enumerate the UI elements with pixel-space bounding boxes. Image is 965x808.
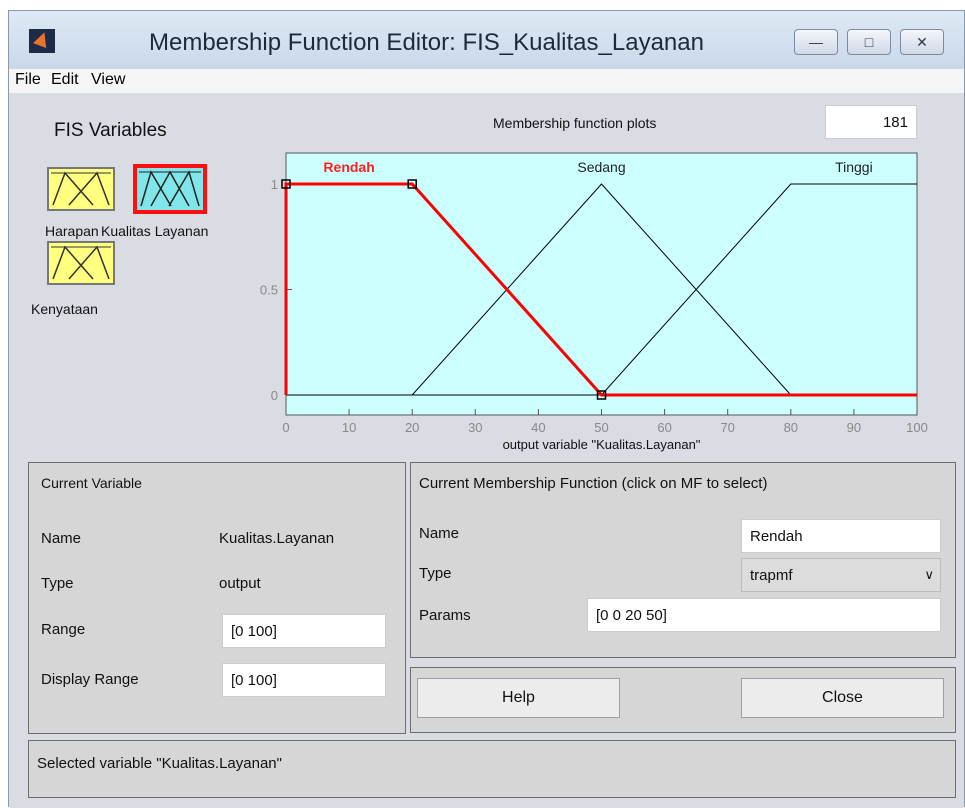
mf-name-label: Name [419,525,460,542]
x-tick-label: 30 [468,420,482,435]
status-bar: Selected variable "Kualitas.Layanan" [28,740,956,798]
x-tick-label: 40 [531,420,545,435]
range-input[interactable]: [0 100] [222,614,386,648]
mf-type-label: Type [419,565,452,582]
matlab-logo-icon [29,29,55,53]
chevron-down-icon[interactable]: ∨ [924,567,934,583]
help-button[interactable]: Help [417,678,620,718]
x-tick-label: 70 [720,420,734,435]
mf-name-input[interactable]: Rendah [741,519,941,553]
current-mf-panel: Current Membership Function (click on MF… [410,462,956,658]
maximize-button[interactable]: □ [847,29,891,55]
x-tick-label: 0 [282,420,289,435]
cv-range-label: Range [41,621,86,638]
window-title: Membership Function Editor: FIS_Kualitas… [149,29,704,56]
x-tick-label: 100 [906,420,928,435]
menu-file[interactable]: File [15,71,41,89]
buttons-panel: Help Close [410,667,956,733]
status-text: Selected variable "Kualitas.Layanan" [37,755,282,772]
current-mf-heading: Current Membership Function (click on MF… [419,475,768,492]
x-tick-label: 80 [784,420,798,435]
mf-params-label: Params [419,607,471,624]
close-button[interactable]: Close [741,678,944,718]
close-window-button[interactable]: ✕ [900,29,944,55]
y-tick-label: 0 [271,388,278,403]
cv-type-value: output [219,575,261,592]
x-tick-label: 60 [657,420,671,435]
cv-name-value: Kualitas.Layanan [219,530,335,547]
current-variable-panel: Current Variable Name Kualitas.Layanan T… [28,462,406,734]
mf-editor-window: Membership Function Editor: FIS_Kualitas… [8,10,965,808]
cv-name-label: Name [41,530,82,547]
cv-type-label: Type [41,575,74,592]
y-tick-label: 1 [271,177,278,192]
membership-function-plot[interactable]: 0 10 20 30 40 50 60 70 80 90 100 0 0.5 1 output variab… [9,93,965,473]
x-tick-label: 20 [405,420,419,435]
menu-view[interactable]: View [91,71,125,89]
current-variable-heading: Current Variable [41,475,142,491]
mf-label-rendah: Rendah [323,159,374,175]
minimize-button[interactable]: — [794,29,838,55]
x-tick-label: 90 [847,420,861,435]
plot-area-background [285,152,918,416]
x-tick-label: 50 [594,420,608,435]
mf-label-sedang: Sedang [577,159,625,175]
mf-label-tinggi: Tinggi [835,159,873,175]
menu-edit[interactable]: Edit [51,71,79,89]
x-tick-label: 10 [342,420,356,435]
mf-type-value: trapmf [750,567,793,584]
client-area: FIS Variables Harapan Kualitas Layanan K… [9,93,964,808]
y-tick-label: 0.5 [260,283,278,298]
display-range-input[interactable]: [0 100] [222,663,386,697]
title-bar: Membership Function Editor: FIS_Kualitas… [9,11,964,69]
mf-params-input[interactable]: [0 0 20 50] [587,598,941,632]
menu-bar: File Edit View [9,69,964,93]
x-axis-label: output variable "Kualitas.Layanan" [503,437,701,452]
mf-type-select[interactable]: trapmf ∨ [741,558,941,592]
cv-display-range-label: Display Range [41,671,139,688]
